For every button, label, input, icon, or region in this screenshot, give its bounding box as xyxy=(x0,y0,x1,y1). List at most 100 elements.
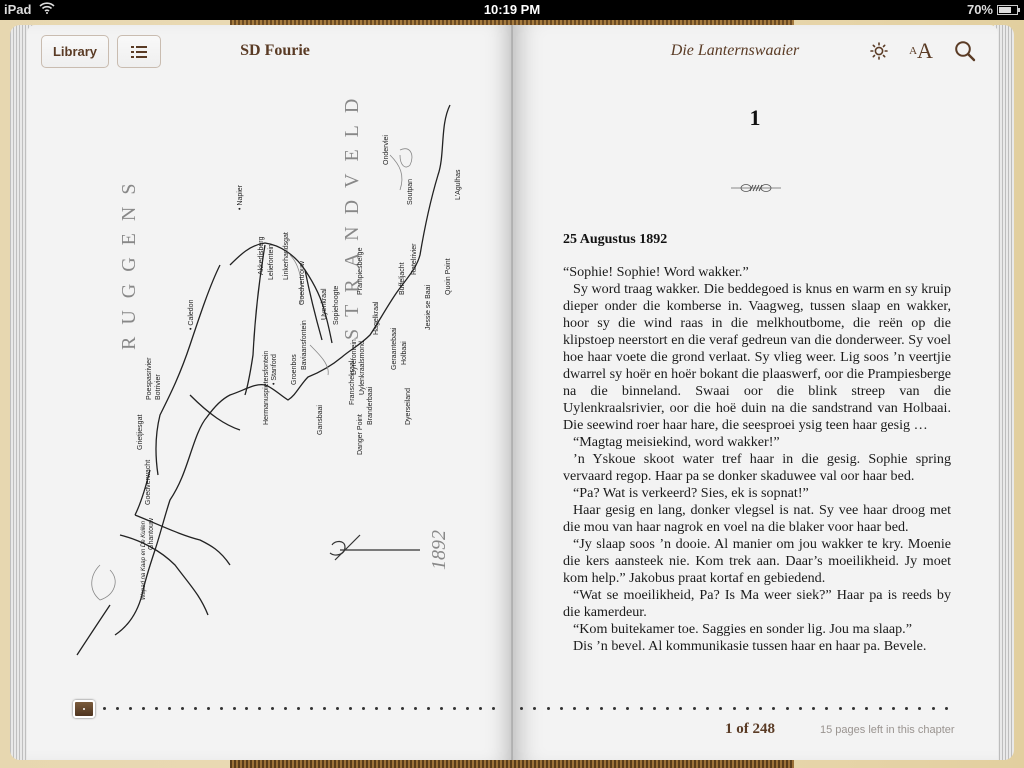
page-number: 1 of 248 xyxy=(725,721,775,737)
scrubber-dot[interactable] xyxy=(387,707,391,710)
scrubber-dot[interactable] xyxy=(759,707,763,710)
font-size-large-icon: A xyxy=(917,38,933,63)
scrubber-dot[interactable] xyxy=(258,707,262,710)
scrubber-dot[interactable] xyxy=(375,707,379,710)
scrubber-dot[interactable] xyxy=(336,707,340,710)
scrubber-dot[interactable] xyxy=(785,707,789,710)
scrubber-dot[interactable] xyxy=(666,707,670,710)
scrubber-dot[interactable] xyxy=(692,707,696,710)
scrubber-dot[interactable] xyxy=(652,707,656,710)
scrubber-dot[interactable] xyxy=(798,707,802,710)
page-scrubber-track-right[interactable] xyxy=(520,707,948,711)
scrubber-dot[interactable] xyxy=(413,707,417,710)
map-place: Holbaai xyxy=(401,341,408,365)
paragraph: Haar gesig en lang, donker vlegsel is na… xyxy=(563,502,951,535)
scrubber-dot[interactable] xyxy=(719,707,723,710)
scrubber-dot[interactable] xyxy=(812,707,816,710)
scrubber-dot[interactable] xyxy=(180,707,184,710)
scrubber-dot[interactable] xyxy=(626,707,630,710)
scrubber-dot[interactable] xyxy=(154,707,158,710)
paragraph: “Kom buitekamer toe. Saggies en sonder l… xyxy=(573,621,912,637)
scrubber-dot[interactable] xyxy=(310,707,314,710)
paragraph: Sy word traag wakker. Die beddegoed is k… xyxy=(563,281,951,433)
scrubber-dot[interactable] xyxy=(891,707,895,710)
scrubber-dot[interactable] xyxy=(705,707,709,710)
page-scrubber-track-left[interactable] xyxy=(103,707,495,711)
library-button[interactable]: Library xyxy=(41,35,109,68)
scrubber-dot[interactable] xyxy=(323,707,327,710)
scrubber-dot[interactable] xyxy=(533,707,537,710)
scrubber-dot[interactable] xyxy=(825,707,829,710)
scrubber-dot[interactable] xyxy=(520,707,523,710)
map-place: Buffeljacht xyxy=(399,262,406,295)
scrubber-dot[interactable] xyxy=(452,707,456,710)
scrubber-dot[interactable] xyxy=(245,707,249,710)
scrubber-dot[interactable] xyxy=(284,707,288,710)
map-place: Gansbaai xyxy=(317,405,324,435)
scrubber-dot[interactable] xyxy=(193,707,197,710)
map-place: Poespasrivier xyxy=(146,357,153,400)
scrubber-dot[interactable] xyxy=(745,707,749,710)
map-place: Franschekraal xyxy=(349,360,356,405)
scrubber-dot[interactable] xyxy=(297,707,301,710)
book-author: SD Fourie xyxy=(240,42,310,59)
scrubber-dot[interactable] xyxy=(115,707,119,710)
map-place: Baviaansfontein xyxy=(301,320,308,370)
scrubber-dot[interactable] xyxy=(679,707,683,710)
map-place: Quoin Point xyxy=(445,258,452,295)
scrubber-dot[interactable] xyxy=(439,707,443,710)
scrubber-dot[interactable] xyxy=(400,707,404,710)
scrubber-dot[interactable] xyxy=(219,707,223,710)
scrubber-dot[interactable] xyxy=(141,707,145,710)
scrubber-dot[interactable] xyxy=(559,707,563,710)
scrubber-dot[interactable] xyxy=(271,707,275,710)
scrubber-dot[interactable] xyxy=(167,707,171,710)
map-road xyxy=(229,242,333,344)
map-place: Goedvertrouw xyxy=(299,260,306,305)
scrubber-dot[interactable] xyxy=(838,707,842,710)
scrubber-dot[interactable] xyxy=(931,707,935,710)
scrubber-dot[interactable] xyxy=(612,707,616,710)
scrubber-dot[interactable] xyxy=(128,707,132,710)
scrubber-dot[interactable] xyxy=(349,707,353,710)
map-place: Geraantebaai xyxy=(391,327,398,370)
scrubber-dot[interactable] xyxy=(586,707,590,710)
scrubber-dot[interactable] xyxy=(732,707,736,710)
scrubber-dot[interactable] xyxy=(599,707,603,710)
scrubber-dot[interactable] xyxy=(878,707,882,710)
map-place: Ondervlei xyxy=(383,135,390,165)
map-place: Ratelrivier xyxy=(411,243,418,275)
map-label-ruggens: RUGGENS xyxy=(118,172,140,350)
scrubber-dot[interactable] xyxy=(905,707,909,710)
scrubber-dot[interactable] xyxy=(426,707,430,710)
scrubber-dot[interactable] xyxy=(478,707,482,710)
scrubber-dot[interactable] xyxy=(362,707,366,710)
scrubber-dot[interactable] xyxy=(103,707,106,710)
chapter-date: 25 Augustus 1892 xyxy=(563,232,668,247)
paragraph: ’n Yskoue skoot water tref haar in die g… xyxy=(563,451,951,484)
page-scrubber-thumb[interactable] xyxy=(73,700,95,718)
font-size-button[interactable]: AA xyxy=(904,38,938,64)
scrubber-dot[interactable] xyxy=(918,707,922,710)
table-of-contents-button[interactable] xyxy=(117,35,161,68)
scrubber-dot[interactable] xyxy=(772,707,776,710)
brightness-button[interactable] xyxy=(868,38,890,64)
scrubber-dot[interactable] xyxy=(639,707,643,710)
scrubber-dot[interactable] xyxy=(865,707,869,710)
battery-percent: 70% xyxy=(966,2,993,17)
scrubber-dot[interactable] xyxy=(206,707,210,710)
scrubber-dot[interactable] xyxy=(465,707,469,710)
scrubber-dot[interactable] xyxy=(852,707,856,710)
scrubber-dot[interactable] xyxy=(573,707,577,710)
search-button[interactable] xyxy=(952,38,978,64)
map-place: Sopiehoogte xyxy=(333,286,340,325)
map-place: Prampiesberge xyxy=(357,247,364,295)
paragraph: “Magtag meisiekind, word wakker!” xyxy=(573,434,780,450)
scrubber-dot[interactable] xyxy=(232,707,236,710)
scrubber-dot[interactable] xyxy=(945,707,948,710)
scrubber-dot[interactable] xyxy=(491,707,495,710)
status-bar: iPad 10:19 PM 70% xyxy=(0,0,1024,20)
cloth-spine-bottom xyxy=(230,760,794,768)
battery-fill xyxy=(999,6,1011,13)
scrubber-dot[interactable] xyxy=(546,707,550,710)
